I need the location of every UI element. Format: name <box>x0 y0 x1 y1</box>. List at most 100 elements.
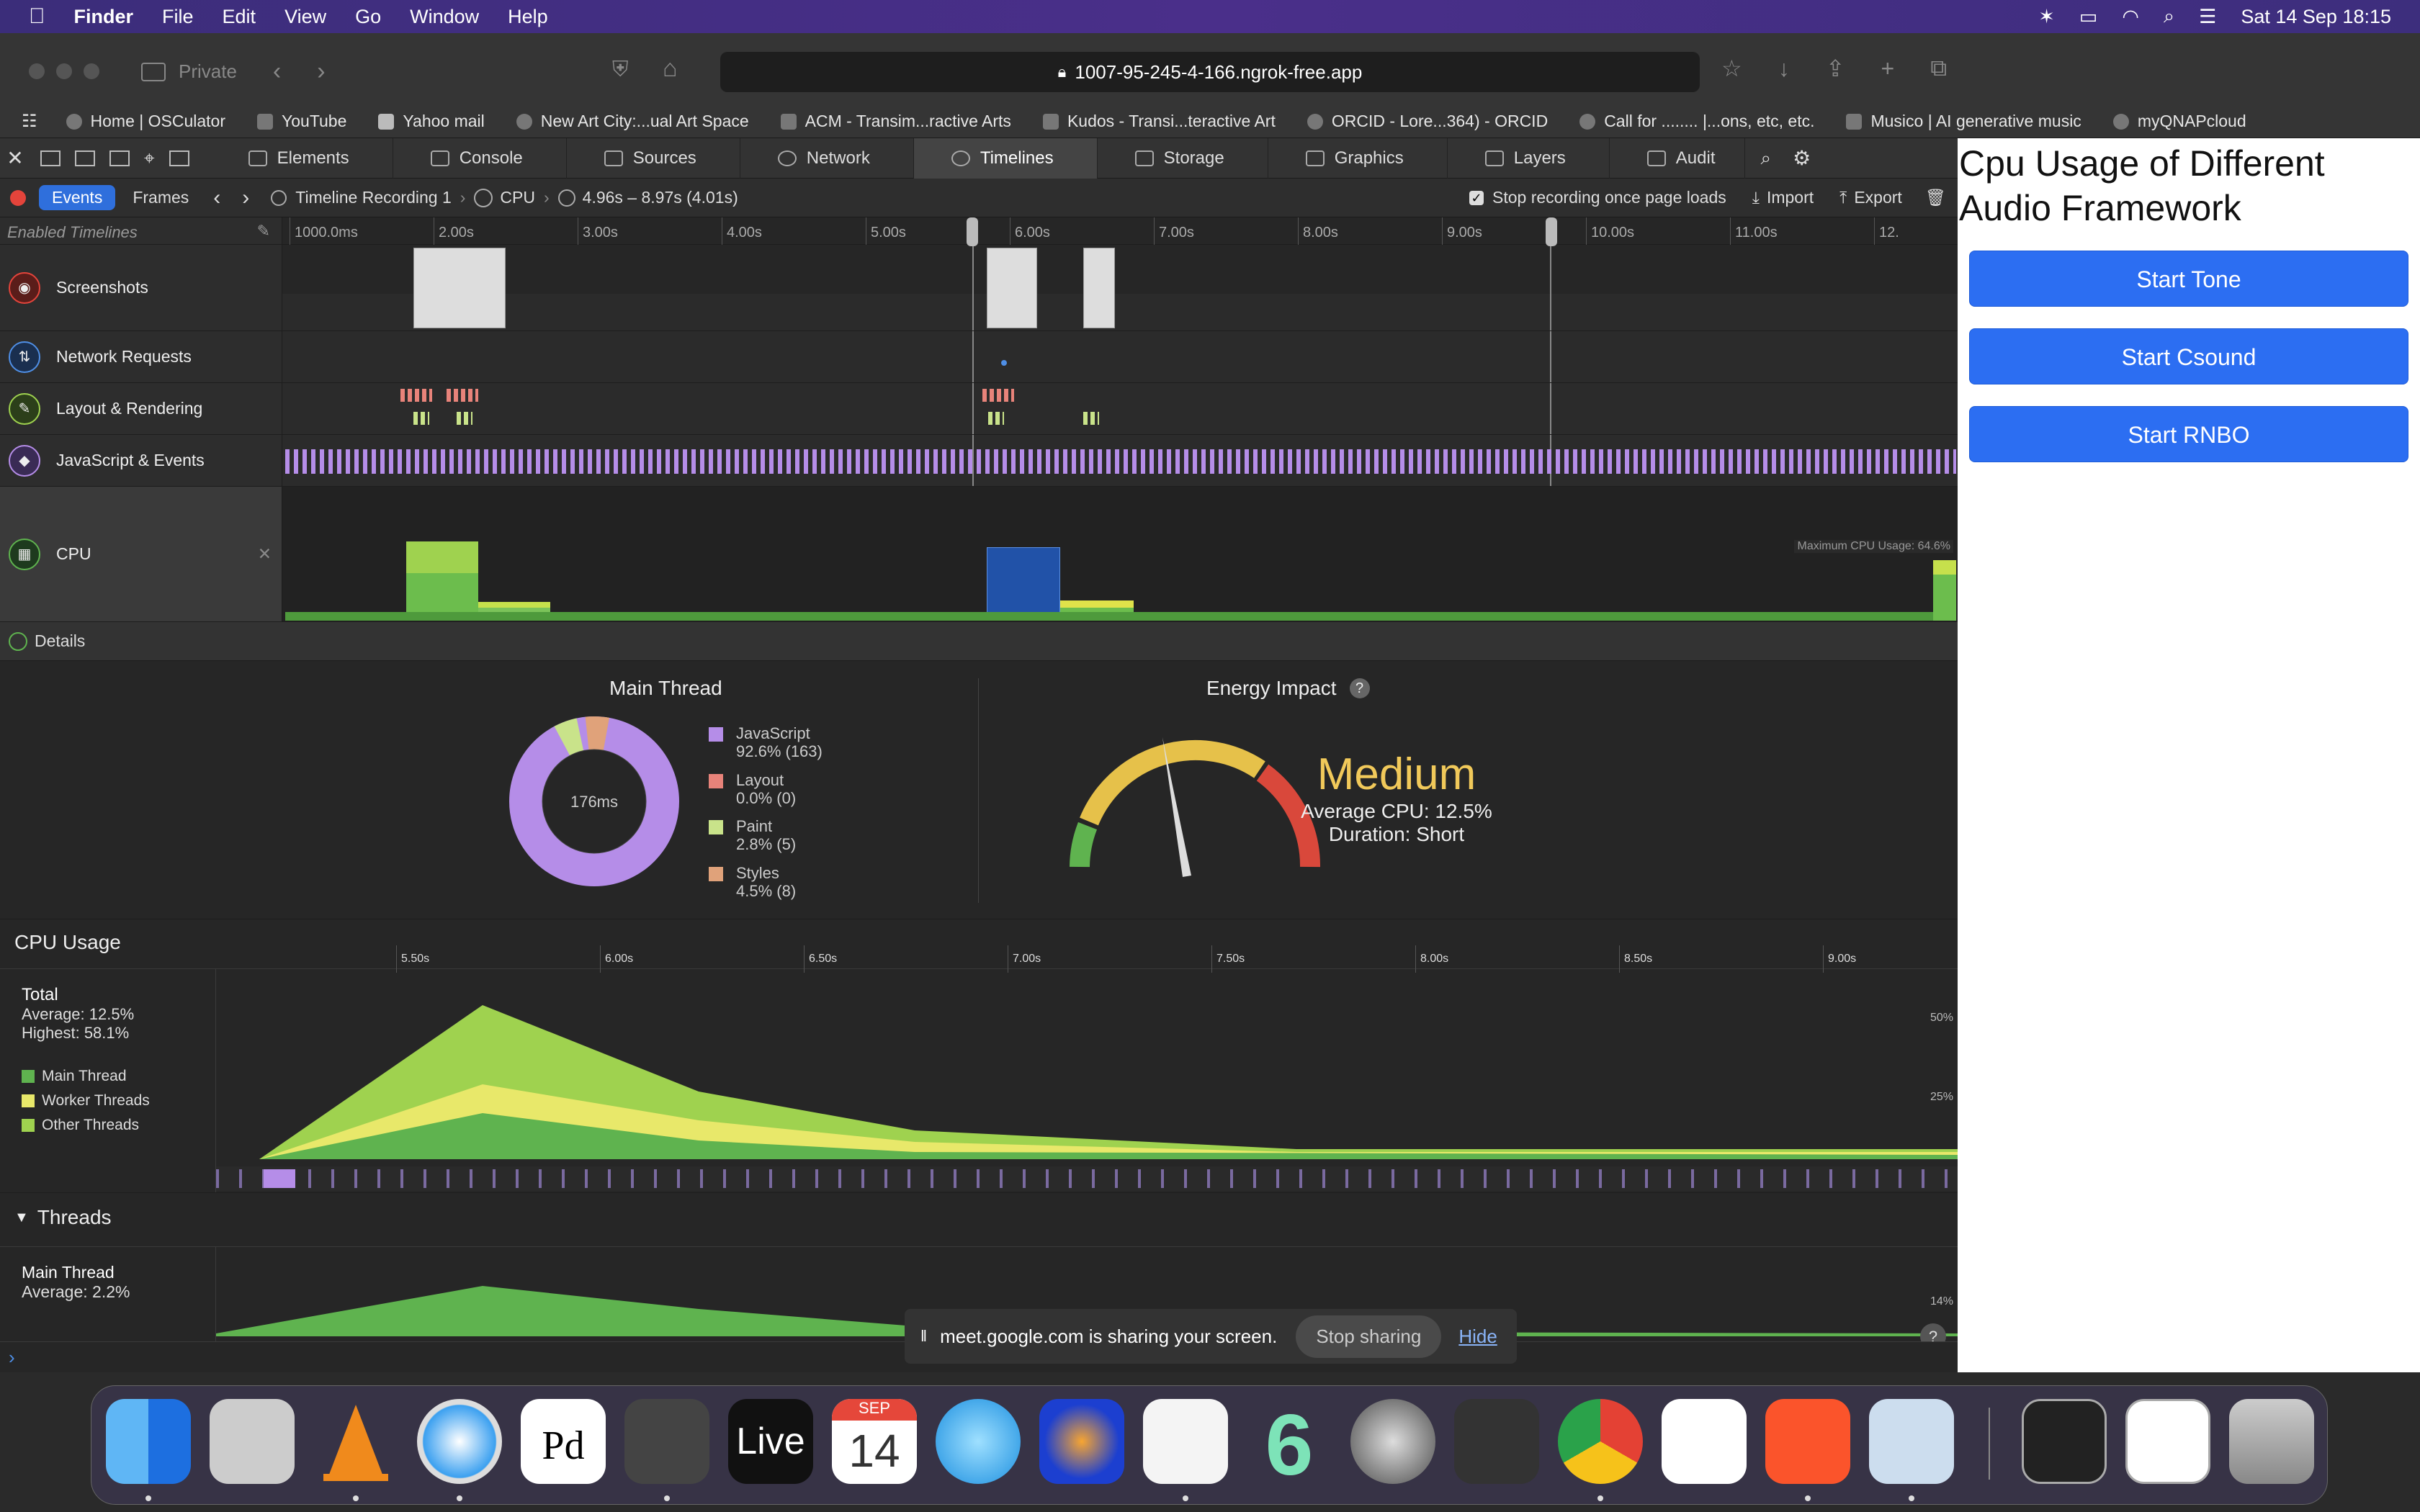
textedit-icon[interactable] <box>1143 1399 1228 1484</box>
sidebar-toggle-icon[interactable] <box>141 62 166 81</box>
tabs-overview-icon[interactable]: ⧉ <box>1930 55 1947 82</box>
export-icon[interactable]: ⤒ <box>1839 188 1847 207</box>
close-window-button[interactable] <box>29 63 45 79</box>
layout-event-mark[interactable] <box>988 412 1004 425</box>
stop-recording-checkbox[interactable]: ✓ <box>1469 190 1484 205</box>
address-bar[interactable]: 🔒︎ 1007-95-245-4-166.ngrok-free.app <box>720 52 1700 92</box>
nav-forward-icon[interactable]: › <box>242 186 249 210</box>
network-marker[interactable] <box>1001 360 1007 366</box>
tab-timelines[interactable]: Timelines <box>913 138 1098 179</box>
dock-side-icon[interactable] <box>75 150 95 166</box>
javascript-events-track[interactable] <box>285 449 1956 474</box>
search-icon[interactable]: ⌕ <box>2164 5 2174 28</box>
menu-view[interactable]: View <box>284 6 326 28</box>
spatial-audio-icon[interactable] <box>936 1399 1021 1484</box>
tab-graphics[interactable]: Graphics <box>1268 138 1448 179</box>
safari-icon[interactable] <box>417 1399 502 1484</box>
import-icon[interactable]: ⤓ <box>1752 188 1760 207</box>
zoom-window-button[interactable] <box>84 63 99 79</box>
row-javascript-events[interactable]: ◆ JavaScript & Events <box>0 435 1958 487</box>
hide-link[interactable]: Hide <box>1458 1326 1497 1348</box>
import-button[interactable]: Import <box>1767 188 1814 207</box>
downloads-icon[interactable]: ↓ <box>1778 55 1790 82</box>
layout-event-mark[interactable] <box>1083 412 1099 425</box>
chrome-icon[interactable] <box>1558 1399 1643 1484</box>
breadcrumb-recording[interactable]: Timeline Recording 1 <box>295 188 451 207</box>
bluetooth-icon[interactable]: ✶ <box>2038 6 2055 28</box>
home-icon[interactable]: ⌂ <box>663 55 678 83</box>
live-icon[interactable]: Live <box>728 1399 813 1484</box>
help-icon[interactable]: ? <box>1349 678 1370 698</box>
row-network-requests[interactable]: ⇅ Network Requests <box>0 331 1958 383</box>
cpu-event-block[interactable] <box>264 1169 295 1188</box>
start-tone-button[interactable]: Start Tone <box>1969 251 2408 307</box>
range-handle-start[interactable] <box>967 217 978 246</box>
share-icon[interactable]: ⇪ <box>1826 55 1845 82</box>
cpu-bar-selected[interactable] <box>987 547 1060 621</box>
shield-icon[interactable]: ⛨ <box>612 58 629 82</box>
battery-icon[interactable]: ▭ <box>2079 6 2098 28</box>
screenshot-thumbnail[interactable] <box>987 248 1037 328</box>
audacity-icon[interactable] <box>1039 1399 1124 1484</box>
layout-event-mark[interactable] <box>447 389 478 402</box>
bookmark-item[interactable]: Kudos - Transi...teractive Art <box>1042 112 1276 131</box>
dock-bottom-icon[interactable] <box>40 150 60 166</box>
record-button[interactable] <box>10 189 26 206</box>
edit-timelines-icon[interactable]: ✎ <box>257 222 270 240</box>
layout-event-mark[interactable] <box>982 389 1014 402</box>
tab-elements[interactable]: Elements <box>211 138 393 179</box>
bookmark-item[interactable]: ACM - Transim...ractive Arts <box>780 112 1011 131</box>
pd-icon[interactable]: Pd <box>521 1399 606 1484</box>
bookmark-item[interactable]: New Art City:...ual Art Space <box>516 112 749 131</box>
menu-go[interactable]: Go <box>355 6 381 28</box>
menu-file[interactable]: File <box>162 6 194 28</box>
layout-event-mark[interactable] <box>400 389 432 402</box>
apple-menu-icon[interactable]:  <box>29 4 45 29</box>
bookmark-item[interactable]: YouTube <box>257 112 346 131</box>
tab-audit[interactable]: Audit <box>1610 138 1745 179</box>
wifi-icon[interactable]: ◠ <box>2122 6 2139 28</box>
breadcrumb-range[interactable]: 4.96s – 8.97s (4.01s) <box>583 188 738 207</box>
bookmark-item[interactable]: Yahoo mail <box>378 112 485 131</box>
row-layout-rendering[interactable]: ✎ Layout & Rendering <box>0 383 1958 435</box>
undock-icon[interactable] <box>109 150 130 166</box>
menu-app-name[interactable]: Finder <box>74 6 134 28</box>
ableton-link-icon[interactable] <box>624 1399 709 1484</box>
preview-icon[interactable] <box>1869 1399 1954 1484</box>
recent-document-icon[interactable] <box>2125 1399 2210 1484</box>
search-devtools-icon[interactable]: ⌕ <box>1761 147 1772 170</box>
tab-storage[interactable]: Storage <box>1098 138 1268 179</box>
row-cpu[interactable]: ▦ CPU ✕ Maximum CPU Usage: 64.6% <box>0 487 1958 622</box>
start-csound-button[interactable]: Start Csound <box>1969 328 2408 384</box>
layout-event-mark[interactable] <box>457 412 472 425</box>
menu-help[interactable]: Help <box>508 6 548 28</box>
range-handle-end[interactable] <box>1546 217 1557 246</box>
tab-console[interactable]: Console <box>393 138 567 179</box>
inspect-element-icon[interactable]: ⌖ <box>144 147 155 170</box>
row-screenshots[interactable]: ◉ Screenshots <box>0 245 1958 331</box>
bookmark-item[interactable]: ORCID - Lore...364) - ORCID <box>1307 112 1548 131</box>
clock[interactable]: Sat 14 Sep 18:15 <box>2241 6 2391 28</box>
device-icon[interactable] <box>169 150 189 166</box>
bookmark-item[interactable]: myQNAPcloud <box>2112 112 2246 131</box>
screenshot-thumbnail[interactable] <box>413 248 506 328</box>
layout-event-mark[interactable] <box>413 412 429 425</box>
bookmark-item[interactable]: Musico | AI generative music <box>1846 112 2081 131</box>
recent-screenshot-icon[interactable] <box>2022 1399 2107 1484</box>
tab-sources[interactable]: Sources <box>567 138 740 179</box>
tab-layers[interactable]: Layers <box>1448 138 1610 179</box>
finder-icon[interactable] <box>106 1399 191 1484</box>
menu-window[interactable]: Window <box>410 6 479 28</box>
launchpad-icon[interactable] <box>210 1399 295 1484</box>
system-settings-icon[interactable] <box>1350 1399 1435 1484</box>
remove-row-icon[interactable]: ✕ <box>258 544 272 564</box>
minimize-window-button[interactable] <box>56 63 72 79</box>
details-bar[interactable]: Details <box>0 622 1958 661</box>
threads-header[interactable]: ▼ Threads <box>14 1206 112 1229</box>
calendar-icon[interactable]: SEP 14 <box>832 1399 917 1484</box>
frames-toggle[interactable]: Frames <box>133 188 189 207</box>
stop-sharing-button[interactable]: Stop sharing <box>1296 1315 1442 1358</box>
screenshot-thumbnail[interactable] <box>1083 248 1115 328</box>
export-button[interactable]: Export <box>1854 188 1901 207</box>
back-icon[interactable]: ‹ <box>273 58 281 86</box>
